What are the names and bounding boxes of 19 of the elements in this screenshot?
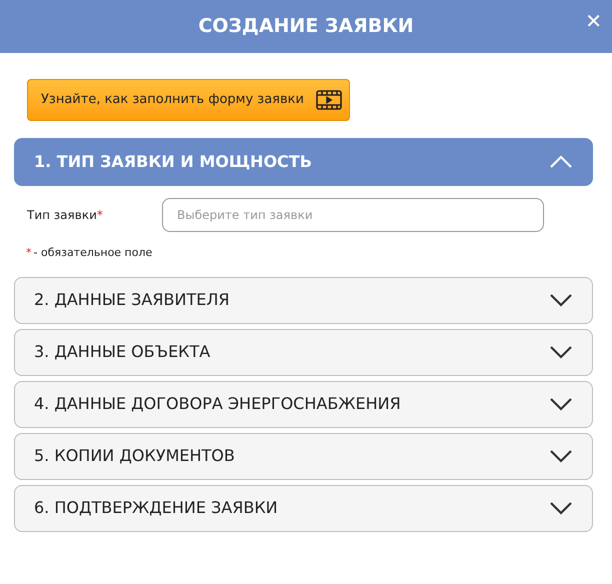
section-header[interactable]: 6. ПОДТВЕРЖДЕНИЕ ЗАЯВКИ xyxy=(14,484,593,532)
section-title: 2. ДАННЫЕ ЗАЯВИТЕЛЯ xyxy=(34,289,230,311)
section-title: 4. ДАННЫЕ ДОГОВОРА ЭНЕРГОСНАБЖЕНИЯ xyxy=(34,393,401,415)
required-note: - обязательное поле xyxy=(34,245,152,261)
section-title: 3. ДАННЫЕ ОБЪЕКТА xyxy=(34,341,210,363)
video-icon xyxy=(316,90,342,110)
request-type-field[interactable]: Выберите тип заявки xyxy=(162,198,544,232)
section-header[interactable]: 4. ДАННЫЕ ДОГОВОРА ЭНЕРГОСНАБЖЕНИЯ xyxy=(14,380,593,428)
help-video-button[interactable]: Узнайте, как заполнить форму заявки xyxy=(27,79,350,121)
section-title: 6. ПОДТВЕРЖДЕНИЕ ЗАЯВКИ xyxy=(34,497,278,519)
section-header[interactable]: 3. ДАННЫЕ ОБЪЕКТА xyxy=(14,328,593,376)
section-header[interactable]: 2. ДАННЫЕ ЗАЯВИТЕЛЯ xyxy=(14,276,593,324)
section-title: 5. КОПИИ ДОКУМЕНТОВ xyxy=(34,445,235,467)
section-title: 1. ТИП ЗАЯВКИ И МОЩНОСТЬ xyxy=(34,151,312,173)
field-label: Тип заявки xyxy=(27,207,97,224)
required-mark: * xyxy=(26,245,32,261)
required-mark: * xyxy=(96,207,103,224)
section-header[interactable]: 5. КОПИИ ДОКУМЕНТОВ xyxy=(14,432,593,480)
dialog-title: СОЗДАНИЕ ЗАЯВКИ xyxy=(198,14,414,40)
